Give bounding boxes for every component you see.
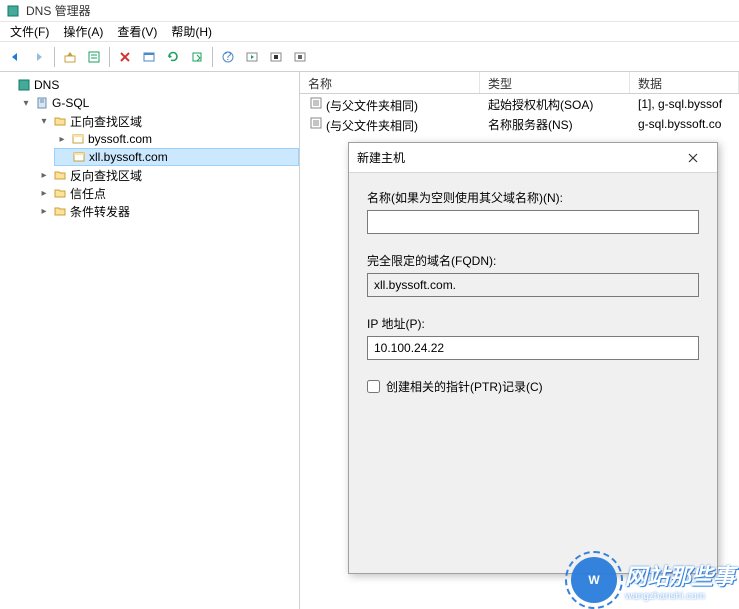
stop-button[interactable] [265,46,287,68]
record-icon [308,115,324,131]
forward-button[interactable] [28,46,50,68]
export-button[interactable] [186,46,208,68]
menu-help[interactable]: 帮助(H) [165,22,218,41]
tree-label: 正向查找区域 [70,113,142,130]
dialog-title-text: 新建主机 [357,149,405,166]
tree-server[interactable]: ▾ G-SQL [18,94,299,112]
column-name[interactable]: 名称 [300,72,480,93]
dns-icon [16,77,32,93]
column-data[interactable]: 数据 [630,72,739,93]
menubar: 文件(F) 操作(A) 查看(V) 帮助(H) [0,22,739,42]
tree-label: 反向查找区域 [70,167,142,184]
ip-input[interactable] [367,336,699,360]
ptr-label: 创建相关的指针(PTR)记录(C) [386,378,543,395]
table-row[interactable]: (与父文件夹相同) 起始授权机构(SOA) [1], g-sql.byssof [300,94,739,114]
chevron-down-icon [2,79,14,91]
record-icon [308,95,324,111]
chevron-down-icon: ▾ [38,115,50,127]
toolbar-separator [54,47,55,67]
server-icon [34,95,50,111]
chevron-down-icon: ▾ [20,97,32,109]
close-icon [687,152,699,164]
toolbar: ? [0,42,739,72]
new-window-button[interactable] [138,46,160,68]
name-input[interactable] [367,210,699,234]
chevron-right-icon: ▸ [56,133,68,145]
tree-label: 条件转发器 [70,203,130,220]
main-split: DNS ▾ G-SQL ▾ [0,72,739,609]
folder-icon [52,185,68,201]
run-button[interactable] [241,46,263,68]
folder-icon [52,167,68,183]
tree-label: DNS [34,78,59,92]
watermark-logo: W [571,557,617,603]
cell-type: 名称服务器(NS) [480,116,630,133]
toolbar-separator [212,47,213,67]
tree-panel: DNS ▾ G-SQL ▾ [0,72,300,609]
list-header: 名称 类型 数据 [300,72,739,94]
up-button[interactable] [59,46,81,68]
cell-name: (与父文件夹相同) [326,119,418,133]
dialog-titlebar[interactable]: 新建主机 [349,143,717,173]
ip-label: IP 地址(P): [367,315,699,332]
tree-zone-byssoft[interactable]: ▸ byssoft.com [54,130,299,148]
tree-forward-zone[interactable]: ▾ 正向查找区域 [36,112,299,130]
tree-label: byssoft.com [88,132,152,146]
cell-data: g-sql.byssoft.co [630,117,739,131]
toolbar-separator [109,47,110,67]
content-panel: 名称 类型 数据 (与父文件夹相同) 起始授权机构(SOA) [1], g-sq… [300,72,739,609]
tree-label: xll.byssoft.com [89,150,168,164]
menu-view[interactable]: 查看(V) [111,22,163,41]
help-button[interactable]: ? [217,46,239,68]
ptr-checkbox-row[interactable]: 创建相关的指针(PTR)记录(C) [367,378,699,395]
menu-action[interactable]: 操作(A) [57,22,109,41]
properties-button[interactable] [83,46,105,68]
fqdn-input [367,273,699,297]
column-type[interactable]: 类型 [480,72,630,93]
table-row[interactable]: (与父文件夹相同) 名称服务器(NS) g-sql.byssoft.co [300,114,739,134]
folder-icon [52,203,68,219]
list-body: (与父文件夹相同) 起始授权机构(SOA) [1], g-sql.byssof … [300,94,739,134]
pause-button[interactable] [289,46,311,68]
tree-conditional-forwarders[interactable]: ▸ 条件转发器 [36,202,299,220]
watermark-text: 网站那些事 [625,559,735,591]
tree-reverse-zone[interactable]: ▸ 反向查找区域 [36,166,299,184]
new-host-dialog: 新建主机 名称(如果为空则使用其父域名称)(N): 完全限定的域名(FQDN):… [348,142,718,574]
ptr-checkbox[interactable] [367,380,380,393]
cell-data: [1], g-sql.byssof [630,97,739,111]
chevron-right-icon: ▸ [38,205,50,217]
watermark: W 网站那些事 wangzhanshi.com [571,557,735,603]
chevron-right-icon: ▸ [38,169,50,181]
cell-name: (与父文件夹相同) [326,99,418,113]
watermark-sub: wangzhanshi.com [625,591,735,602]
refresh-button[interactable] [162,46,184,68]
tree-root-dns[interactable]: DNS [0,76,299,94]
svg-text:?: ? [225,50,232,63]
app-icon [6,4,20,18]
tree-zone-xll[interactable]: xll.byssoft.com [54,148,299,166]
name-label: 名称(如果为空则使用其父域名称)(N): [367,189,699,206]
window-titlebar: DNS 管理器 [0,0,739,22]
zone-icon [71,149,87,165]
window-title: DNS 管理器 [26,2,91,19]
spacer [57,151,69,163]
zone-icon [70,131,86,147]
close-button[interactable] [677,146,709,170]
delete-button[interactable] [114,46,136,68]
fqdn-label: 完全限定的域名(FQDN): [367,252,699,269]
dialog-body: 名称(如果为空则使用其父域名称)(N): 完全限定的域名(FQDN): IP 地… [349,173,717,411]
chevron-right-icon: ▸ [38,187,50,199]
menu-file[interactable]: 文件(F) [4,22,55,41]
back-button[interactable] [4,46,26,68]
folder-icon [52,113,68,129]
tree-trust-points[interactable]: ▸ 信任点 [36,184,299,202]
cell-type: 起始授权机构(SOA) [480,96,630,113]
tree-label: 信任点 [70,185,106,202]
tree-label: G-SQL [52,96,89,110]
